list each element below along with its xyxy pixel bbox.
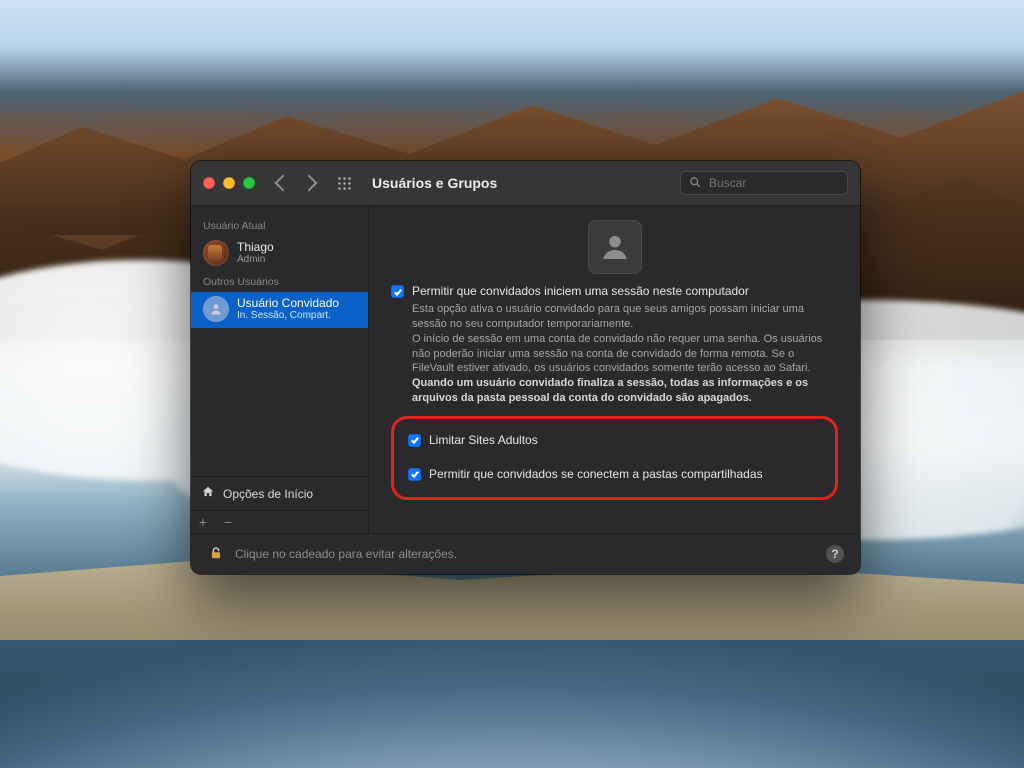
search-icon: [689, 176, 701, 191]
remove-user-button[interactable]: −: [216, 511, 241, 533]
add-user-button[interactable]: +: [191, 511, 216, 533]
system-preferences-window: Usuários e Grupos Usuário Atual Thiago A…: [191, 161, 860, 574]
user-avatar-icon: [203, 240, 229, 266]
lock-icon[interactable]: [207, 544, 225, 565]
search-field[interactable]: [680, 171, 848, 195]
home-icon: [201, 485, 215, 502]
limit-adult-sites-label: Limitar Sites Adultos: [429, 433, 538, 447]
search-input[interactable]: [707, 175, 839, 191]
limit-adult-sites-checkbox[interactable]: [408, 434, 421, 447]
user-role: In. Sessão, Compart.: [237, 310, 339, 321]
allow-guest-login-label: Permitir que convidados iniciem uma sess…: [412, 284, 749, 298]
main-pane: Permitir que convidados iniciem uma sess…: [369, 206, 860, 533]
description-text-1: Esta opção ativa o usuário convidado par…: [391, 302, 838, 332]
close-button[interactable]: [203, 177, 215, 189]
allow-guest-login-checkbox[interactable]: [391, 285, 404, 298]
nav-buttons: [277, 177, 315, 189]
person-icon: [597, 229, 633, 265]
annotation-highlight: Limitar Sites Adultos Permitir que convi…: [391, 416, 838, 500]
zoom-button[interactable]: [243, 177, 255, 189]
show-all-icon[interactable]: [337, 176, 352, 191]
sidebar-item-current-user[interactable]: Thiago Admin: [191, 236, 368, 272]
minimize-button[interactable]: [223, 177, 235, 189]
login-options-label: Opções de Início: [223, 487, 313, 501]
back-button[interactable]: [275, 175, 292, 192]
window-footer: Clique no cadeado para evitar alterações…: [191, 533, 860, 574]
allow-shared-folders-row: Permitir que convidados se conectem a pa…: [408, 467, 821, 481]
sidebar-section-current: Usuário Atual: [191, 216, 368, 236]
description-text-bold: Quando um usuário convidado finaliza a s…: [391, 376, 838, 406]
lock-text: Clique no cadeado para evitar alterações…: [235, 547, 457, 561]
login-options-button[interactable]: Opções de Início: [191, 476, 368, 510]
allow-shared-folders-label: Permitir que convidados se conectem a pa…: [429, 467, 763, 481]
window-title: Usuários e Grupos: [372, 175, 497, 191]
add-remove-bar: + −: [191, 510, 368, 533]
guest-avatar-icon: [203, 296, 229, 322]
allow-shared-folders-checkbox[interactable]: [408, 468, 421, 481]
guest-large-avatar[interactable]: [588, 220, 642, 274]
window-controls: [203, 177, 255, 189]
users-sidebar: Usuário Atual Thiago Admin Outros Usuári…: [191, 206, 369, 533]
limit-adult-sites-row: Limitar Sites Adultos: [408, 433, 821, 447]
window-body: Usuário Atual Thiago Admin Outros Usuári…: [191, 206, 860, 533]
help-button[interactable]: ?: [826, 545, 844, 563]
forward-button[interactable]: [301, 175, 318, 192]
user-role: Admin: [237, 254, 274, 265]
user-name: Thiago: [237, 241, 274, 254]
description-text-2: O início de sessão em uma conta de convi…: [391, 332, 838, 377]
allow-guest-login-row: Permitir que convidados iniciem uma sess…: [391, 284, 838, 298]
user-name: Usuário Convidado: [237, 297, 339, 310]
titlebar: Usuários e Grupos: [191, 161, 860, 206]
sidebar-item-guest-user[interactable]: Usuário Convidado In. Sessão, Compart.: [191, 292, 368, 328]
sidebar-section-others: Outros Usuários: [191, 272, 368, 292]
